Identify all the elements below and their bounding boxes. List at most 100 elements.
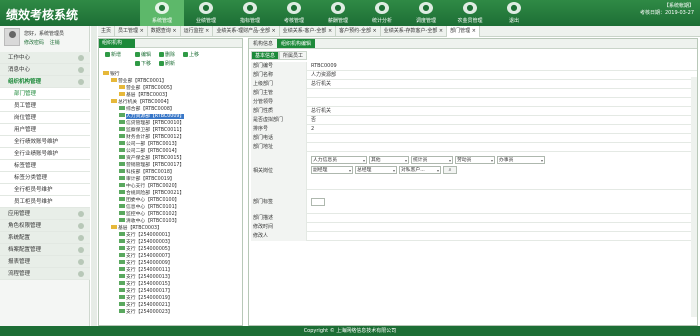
tree-node[interactable]: 信贷管理部【RTBC0010】 bbox=[103, 120, 239, 127]
sidebar-item-14[interactable]: 角色权限管理 bbox=[0, 220, 90, 232]
tree-node[interactable]: 基层【RTBC0003】 bbox=[103, 92, 239, 99]
sidebar-collapse-handle[interactable] bbox=[91, 26, 97, 326]
tab-5[interactable]: 业绩关系-客户-全部 × bbox=[280, 26, 337, 37]
sidebar-item-11[interactable]: 全行柜员号维护 bbox=[0, 184, 90, 196]
detail-scrollbar[interactable] bbox=[691, 77, 697, 317]
refresh-button[interactable]: 刷新 bbox=[159, 61, 175, 68]
nav-item-3[interactable]: ● 考核管理 bbox=[272, 0, 316, 26]
tree-node[interactable]: 信息中心【RTBC0101】 bbox=[103, 204, 239, 211]
nav-item-7[interactable]: ● 农金员管理 bbox=[448, 0, 492, 26]
tab-4[interactable]: 业绩关系-理财产品-全部 × bbox=[213, 26, 280, 37]
sidebar-item-15[interactable]: 系统配置 bbox=[0, 232, 90, 244]
post-select[interactable]: 统计员 bbox=[411, 156, 453, 164]
tree-node[interactable]: 支行【254000019】 bbox=[103, 295, 239, 302]
sidebar-item-18[interactable]: 流程管理 bbox=[0, 268, 90, 280]
tree-node[interactable]: 综合部【RTBC0008】 bbox=[103, 106, 239, 113]
logout-link[interactable]: 注销 bbox=[50, 40, 60, 46]
sidebar-item-9[interactable]: 标签管理 bbox=[0, 160, 90, 172]
department-icon bbox=[119, 120, 125, 124]
tree-node[interactable]: 支行【254000021】 bbox=[103, 302, 239, 309]
tree-node[interactable]: 公司二部【RTBC0014】 bbox=[103, 148, 239, 155]
post-select[interactable]: 副经理 bbox=[311, 166, 353, 174]
post-select[interactable]: 人力信息员 bbox=[311, 156, 367, 164]
post-select[interactable]: 总经理 bbox=[355, 166, 397, 174]
detail-subtab-0[interactable]: 基本信息 bbox=[251, 51, 280, 60]
detail-subtab-1[interactable]: 所属员工 bbox=[279, 51, 308, 60]
post-select[interactable]: 其他 bbox=[369, 156, 409, 164]
change-password-link[interactable]: 修改密码 bbox=[24, 40, 44, 46]
tree-node[interactable]: 基层【RTBC0003】 bbox=[103, 225, 239, 232]
sidebar-item-8[interactable]: 全行业绩账号维护 bbox=[0, 148, 90, 160]
tab-0[interactable]: 主页 bbox=[98, 26, 116, 37]
move-down-button[interactable]: 下移 bbox=[135, 61, 151, 68]
tree-node[interactable]: 资产保全部【RTBC0015】 bbox=[103, 155, 239, 162]
tree-node[interactable]: 支行【254000017】 bbox=[103, 288, 239, 295]
nav-item-2[interactable]: ● 指标管理 bbox=[228, 0, 272, 26]
post-select[interactable]: 办事员 bbox=[497, 156, 545, 164]
add-button[interactable]: 新增 bbox=[105, 52, 121, 59]
detail-tab-0[interactable]: 机构信息 bbox=[249, 39, 277, 48]
tree-node[interactable]: 财务会计部【RTBC0012】 bbox=[103, 134, 239, 141]
post-select[interactable]: 对私客户... bbox=[399, 166, 441, 174]
tree-node[interactable]: 合规风险部【RTBC0021】 bbox=[103, 190, 239, 197]
sidebar-item-label: 员工柜员号维护 bbox=[14, 199, 53, 205]
tree-node[interactable]: 审计部【RTBC0019】 bbox=[103, 176, 239, 183]
sidebar-item-3[interactable]: 部门管理 bbox=[0, 88, 90, 100]
tree-node[interactable]: 总行机关【RTBC0004】 bbox=[103, 99, 239, 106]
tree-node[interactable]: 支行【254000023】 bbox=[103, 309, 239, 316]
tree-node[interactable]: 支行【254000011】 bbox=[103, 267, 239, 274]
tree-node[interactable]: 支行【254000001】 bbox=[103, 232, 239, 239]
field-label: 部门编号 bbox=[251, 62, 307, 71]
tab-2[interactable]: 数据查询 × bbox=[148, 26, 181, 37]
tree-node[interactable]: 科技部【RTBC0018】 bbox=[103, 169, 239, 176]
tree-node[interactable]: 中心支行【RTBC0020】 bbox=[103, 183, 239, 190]
nav-item-8[interactable]: ● 退出 bbox=[492, 0, 536, 26]
tag-input[interactable] bbox=[311, 198, 325, 206]
tab-3[interactable]: 运行监控 × bbox=[181, 26, 214, 37]
tree-node[interactable]: 营业部【RTBC0001】 bbox=[103, 78, 239, 85]
sidebar-item-4[interactable]: 员工管理 bbox=[0, 100, 90, 112]
sidebar-item-16[interactable]: 档案配置管理 bbox=[0, 244, 90, 256]
tab-7[interactable]: 业绩关系-存款客户-全部 × bbox=[381, 26, 448, 37]
sidebar-item-17[interactable]: 报表管理 bbox=[0, 256, 90, 268]
tab-8[interactable]: 部门管理 × bbox=[447, 26, 480, 37]
sidebar-item-12[interactable]: 员工柜员号维护 bbox=[0, 196, 90, 208]
tree-node[interactable]: 团委中心【RTBC0100】 bbox=[103, 197, 239, 204]
tree-node[interactable]: 清收中心【RTBC0103】 bbox=[103, 218, 239, 225]
post-select[interactable]: 劳动员 bbox=[455, 156, 495, 164]
form-row: 部门主管 bbox=[251, 89, 697, 98]
edit-button[interactable]: 编辑 bbox=[135, 52, 151, 59]
delete-button[interactable]: 删除 bbox=[159, 52, 175, 59]
tree-node[interactable]: 支行【254000007】 bbox=[103, 253, 239, 260]
tab-6[interactable]: 客户预约-全部 × bbox=[336, 26, 381, 37]
detail-tab-1[interactable]: 组织机构编辑 bbox=[277, 39, 316, 48]
tree-node[interactable]: 支行【254000015】 bbox=[103, 281, 239, 288]
tree-node[interactable]: 人力资源部【RTBC0009】 bbox=[103, 113, 239, 120]
tree-node[interactable]: 监察保卫部【RTBC0011】 bbox=[103, 127, 239, 134]
move-up-button[interactable]: 上移 bbox=[183, 52, 199, 59]
search-icon[interactable]: ⌕ bbox=[443, 166, 457, 174]
sidebar-item-2[interactable]: 组织机构管理 bbox=[0, 76, 90, 88]
tree-node[interactable]: 银行 bbox=[103, 71, 239, 78]
nav-item-6[interactable]: ● 调度管理 bbox=[404, 0, 448, 26]
tree-node[interactable]: 监控中心【RTBC0102】 bbox=[103, 211, 239, 218]
nav-item-4[interactable]: ● 薪酬管理 bbox=[316, 0, 360, 26]
sidebar-item-1[interactable]: 消息中心 bbox=[0, 64, 90, 76]
nav-item-5[interactable]: ● 统计分析 bbox=[360, 0, 404, 26]
sidebar-item-6[interactable]: 用户管理 bbox=[0, 124, 90, 136]
tab-1[interactable]: 员工管理 × bbox=[115, 26, 148, 37]
tree-node[interactable]: 营销管理部【RTBC0017】 bbox=[103, 162, 239, 169]
nav-item-0[interactable]: ● 系统管理 bbox=[140, 0, 184, 26]
tree-node[interactable]: 支行【254000009】 bbox=[103, 260, 239, 267]
sidebar-item-0[interactable]: 工作中心 bbox=[0, 52, 90, 64]
sidebar-item-13[interactable]: 应用管理 bbox=[0, 208, 90, 220]
sidebar-item-5[interactable]: 岗位管理 bbox=[0, 112, 90, 124]
tree-node[interactable]: 公司一部【RTBC0013】 bbox=[103, 141, 239, 148]
sidebar-item-7[interactable]: 全行绩效账号维护 bbox=[0, 136, 90, 148]
tree-node[interactable]: 营业部【RTBC0005】 bbox=[103, 85, 239, 92]
tree-node[interactable]: 支行【254000005】 bbox=[103, 246, 239, 253]
tree-node[interactable]: 支行【254000003】 bbox=[103, 239, 239, 246]
nav-item-1[interactable]: ● 业绩管理 bbox=[184, 0, 228, 26]
sidebar-item-10[interactable]: 标签分类管理 bbox=[0, 172, 90, 184]
tree-node[interactable]: 支行【254000013】 bbox=[103, 274, 239, 281]
